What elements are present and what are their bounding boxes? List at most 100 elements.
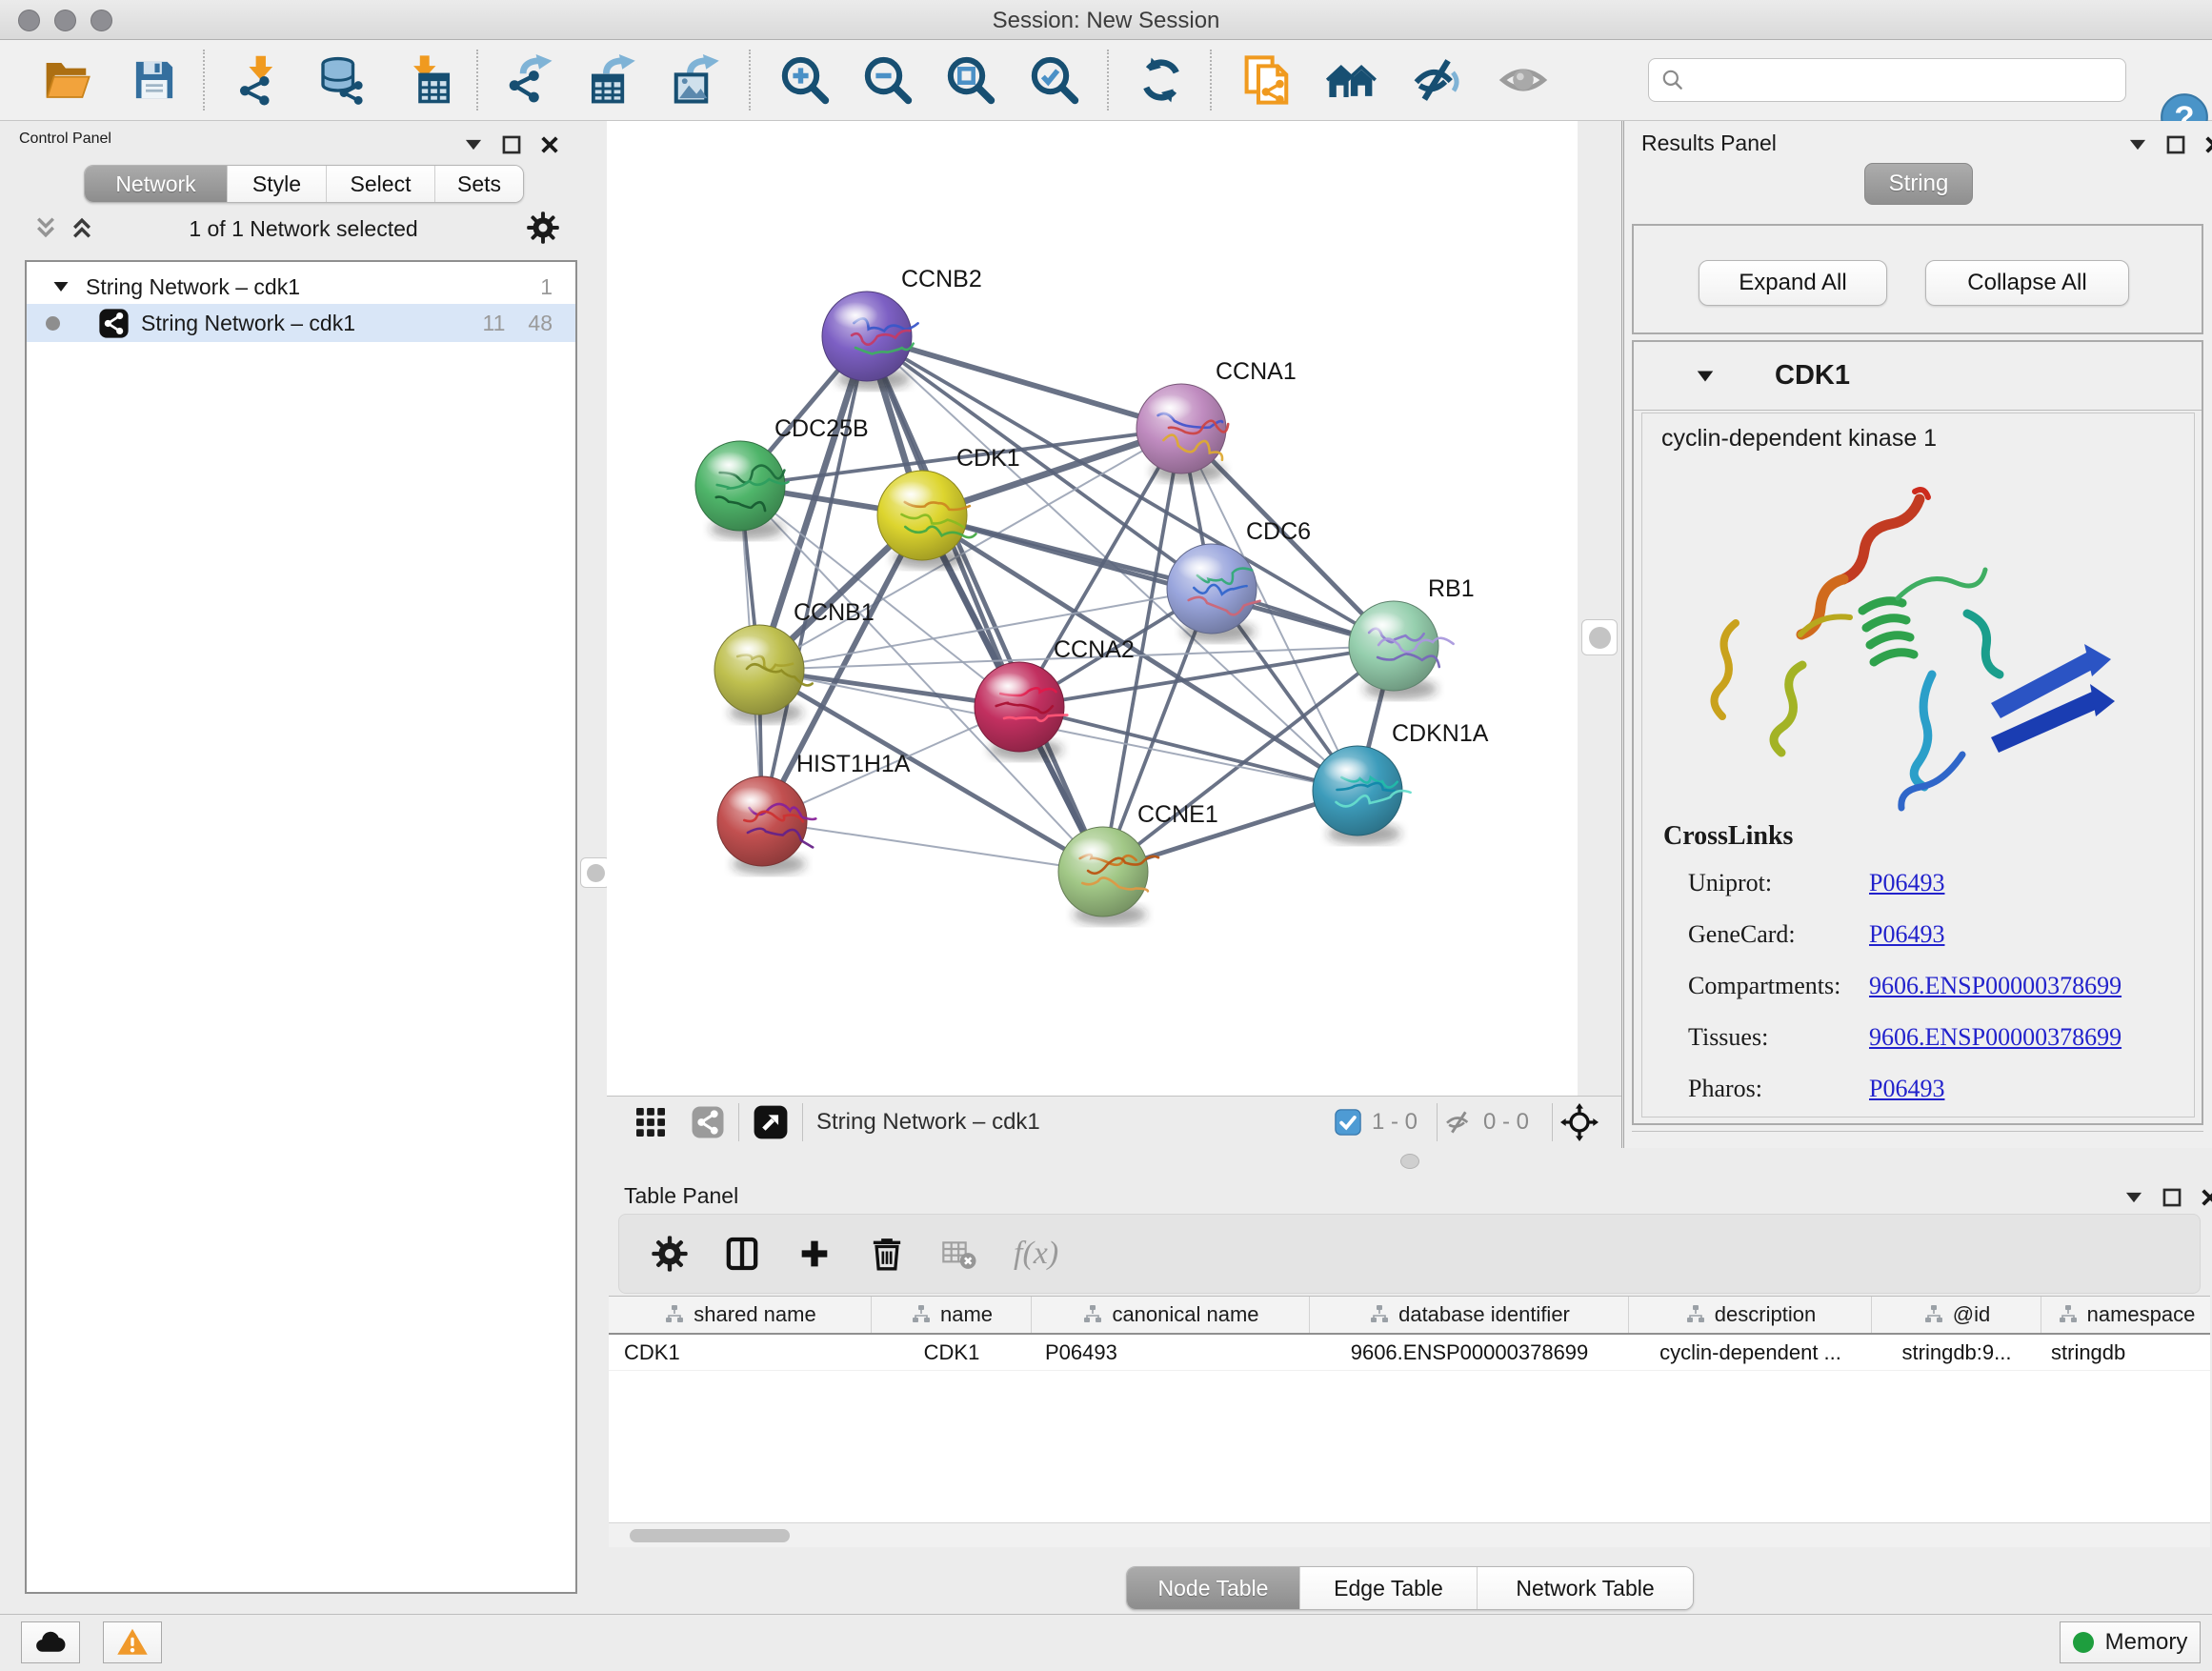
grid-view-icon[interactable] — [633, 1105, 668, 1139]
refresh-view-button[interactable] — [1134, 52, 1189, 108]
column-header[interactable]: namespace — [2041, 1297, 2210, 1333]
right-splitter-handle[interactable] — [1581, 619, 1618, 655]
tree-expand-icon[interactable] — [51, 277, 70, 296]
export-network-button[interactable] — [503, 52, 558, 108]
open-session-button[interactable] — [39, 52, 94, 108]
open-folder-icon — [41, 54, 92, 106]
horizontal-splitter-handle[interactable] — [1400, 1154, 1419, 1169]
zoom-in-button[interactable] — [777, 52, 833, 108]
crosslink-link[interactable]: P06493 — [1869, 920, 1944, 949]
birds-eye-view-icon[interactable] — [753, 1104, 789, 1140]
float-panel-icon[interactable] — [501, 134, 522, 155]
network-row[interactable]: String Network – cdk1 11 48 — [27, 304, 575, 342]
export-image-icon — [670, 54, 721, 106]
hide-selected-button[interactable] — [1408, 52, 1463, 108]
show-graphics-details-button[interactable] — [1496, 52, 1551, 108]
network-share-icon[interactable] — [691, 1105, 725, 1139]
network-list: String Network – cdk1 1 String Network –… — [25, 260, 577, 1594]
import-network-file-button[interactable] — [233, 52, 289, 108]
zoom-selected-button[interactable] — [1027, 52, 1082, 108]
column-header[interactable]: database identifier — [1310, 1297, 1629, 1333]
close-panel-icon[interactable] — [2200, 1187, 2212, 1208]
delete-column-button[interactable] — [865, 1232, 909, 1276]
column-header[interactable]: name — [872, 1297, 1032, 1333]
selected-checkbox-icon[interactable] — [1334, 1108, 1362, 1137]
cell-name[interactable]: CDK1 — [872, 1335, 1032, 1370]
right-splitter[interactable] — [1578, 121, 1621, 1096]
cell-database-identifier[interactable]: 9606.ENSP00000378699 — [1310, 1335, 1629, 1370]
entry-header[interactable]: CDK1 — [1634, 342, 2202, 411]
table-horizontal-scrollbar[interactable] — [609, 1522, 2210, 1547]
crosslink-link[interactable]: P06493 — [1869, 1075, 1944, 1103]
import-network-icon — [235, 54, 287, 106]
float-panel-icon[interactable] — [2162, 1187, 2182, 1208]
network-options-gear-icon[interactable] — [526, 211, 560, 245]
cell-id[interactable]: stringdb:9... — [1872, 1335, 2041, 1370]
results-entry-box: CDK1 cyclin-dependent kinase 1 — [1632, 340, 2203, 1125]
fit-content-crosshair-icon[interactable] — [1560, 1103, 1599, 1141]
crosslink-link[interactable]: P06493 — [1869, 869, 1944, 897]
expand-all-button[interactable]: Expand All — [1699, 260, 1887, 306]
table-settings-button[interactable] — [648, 1232, 692, 1276]
column-header[interactable]: shared name — [609, 1297, 872, 1333]
zoom-out-button[interactable] — [860, 52, 915, 108]
column-header[interactable]: description — [1629, 1297, 1872, 1333]
column-header[interactable]: canonical name — [1032, 1297, 1310, 1333]
collapse-panel-icon[interactable] — [463, 134, 484, 155]
export-image-button[interactable] — [668, 52, 723, 108]
collapse-panel-icon[interactable] — [2127, 134, 2148, 155]
entry-expand-icon[interactable] — [1695, 366, 1716, 387]
scrollbar-thumb[interactable] — [630, 1529, 790, 1542]
first-neighbors-button[interactable] — [1324, 52, 1379, 108]
collapse-all-button[interactable]: Collapse All — [1925, 260, 2129, 306]
database-icon — [314, 54, 366, 106]
warnings-button[interactable] — [103, 1621, 162, 1663]
clone-network-icon — [1241, 54, 1293, 106]
network-collection-row[interactable]: String Network – cdk1 1 — [27, 268, 575, 306]
clone-network-button[interactable] — [1239, 52, 1295, 108]
show-columns-button[interactable] — [720, 1232, 764, 1276]
collapse-panel-icon[interactable] — [2123, 1187, 2144, 1208]
refresh-icon — [1136, 54, 1187, 106]
table-row[interactable]: CDK1 CDK1 P06493 9606.ENSP00000378699 cy… — [609, 1335, 2210, 1371]
crosslink-link[interactable]: 9606.ENSP00000378699 — [1869, 972, 2122, 1000]
network-edge[interactable] — [867, 336, 1181, 429]
cell-namespace[interactable]: stringdb — [2041, 1335, 2210, 1370]
import-network-database-button[interactable] — [312, 52, 368, 108]
cell-canonical-name[interactable]: P06493 — [1032, 1335, 1310, 1370]
hidden-eye-icon[interactable] — [1443, 1107, 1474, 1137]
tab-edge-table[interactable]: Edge Table — [1300, 1567, 1478, 1609]
save-session-button[interactable] — [127, 52, 182, 108]
import-table-button[interactable] — [401, 52, 456, 108]
export-table-button[interactable] — [584, 52, 639, 108]
close-panel-icon[interactable] — [539, 134, 560, 155]
tab-string[interactable]: String — [1864, 163, 1973, 205]
tab-network[interactable]: Network — [85, 166, 228, 202]
cloud-icon — [33, 1625, 68, 1660]
crosslink-label: Compartments: — [1688, 972, 1840, 1000]
memory-label: Memory — [2105, 1629, 2188, 1656]
float-panel-icon[interactable] — [2165, 134, 2186, 155]
tab-style[interactable]: Style — [228, 166, 327, 202]
memory-button[interactable]: Memory — [2060, 1621, 2201, 1663]
hidden-count: 0 - 0 — [1483, 1109, 1529, 1136]
tab-sets[interactable]: Sets — [435, 166, 523, 202]
protein-structure-image — [1677, 463, 2134, 821]
network-node-label: CCNA1 — [1216, 358, 1297, 385]
table-panel-title: Table Panel — [624, 1183, 738, 1209]
toolbar-separator — [476, 50, 478, 111]
cell-description[interactable]: cyclin-dependent ... — [1629, 1335, 1872, 1370]
search-input[interactable] — [1685, 61, 2125, 99]
zoom-fit-button[interactable] — [943, 52, 998, 108]
column-header[interactable]: @id — [1872, 1297, 2041, 1333]
cell-shared-name[interactable]: CDK1 — [609, 1335, 872, 1370]
tab-network-table[interactable]: Network Table — [1478, 1567, 1693, 1609]
cloud-status-button[interactable] — [21, 1621, 80, 1663]
close-panel-icon[interactable] — [2203, 134, 2212, 155]
network-canvas[interactable]: CCNB2CCNA1CDC25BCDK1CDC6RB1CCNB1CCNA2CDK… — [607, 121, 1578, 1096]
crosslink-link[interactable]: 9606.ENSP00000378699 — [1869, 1023, 2122, 1052]
network-edge[interactable] — [867, 336, 1103, 872]
tab-node-table[interactable]: Node Table — [1127, 1567, 1300, 1609]
tab-select[interactable]: Select — [327, 166, 435, 202]
add-column-button[interactable] — [793, 1232, 836, 1276]
